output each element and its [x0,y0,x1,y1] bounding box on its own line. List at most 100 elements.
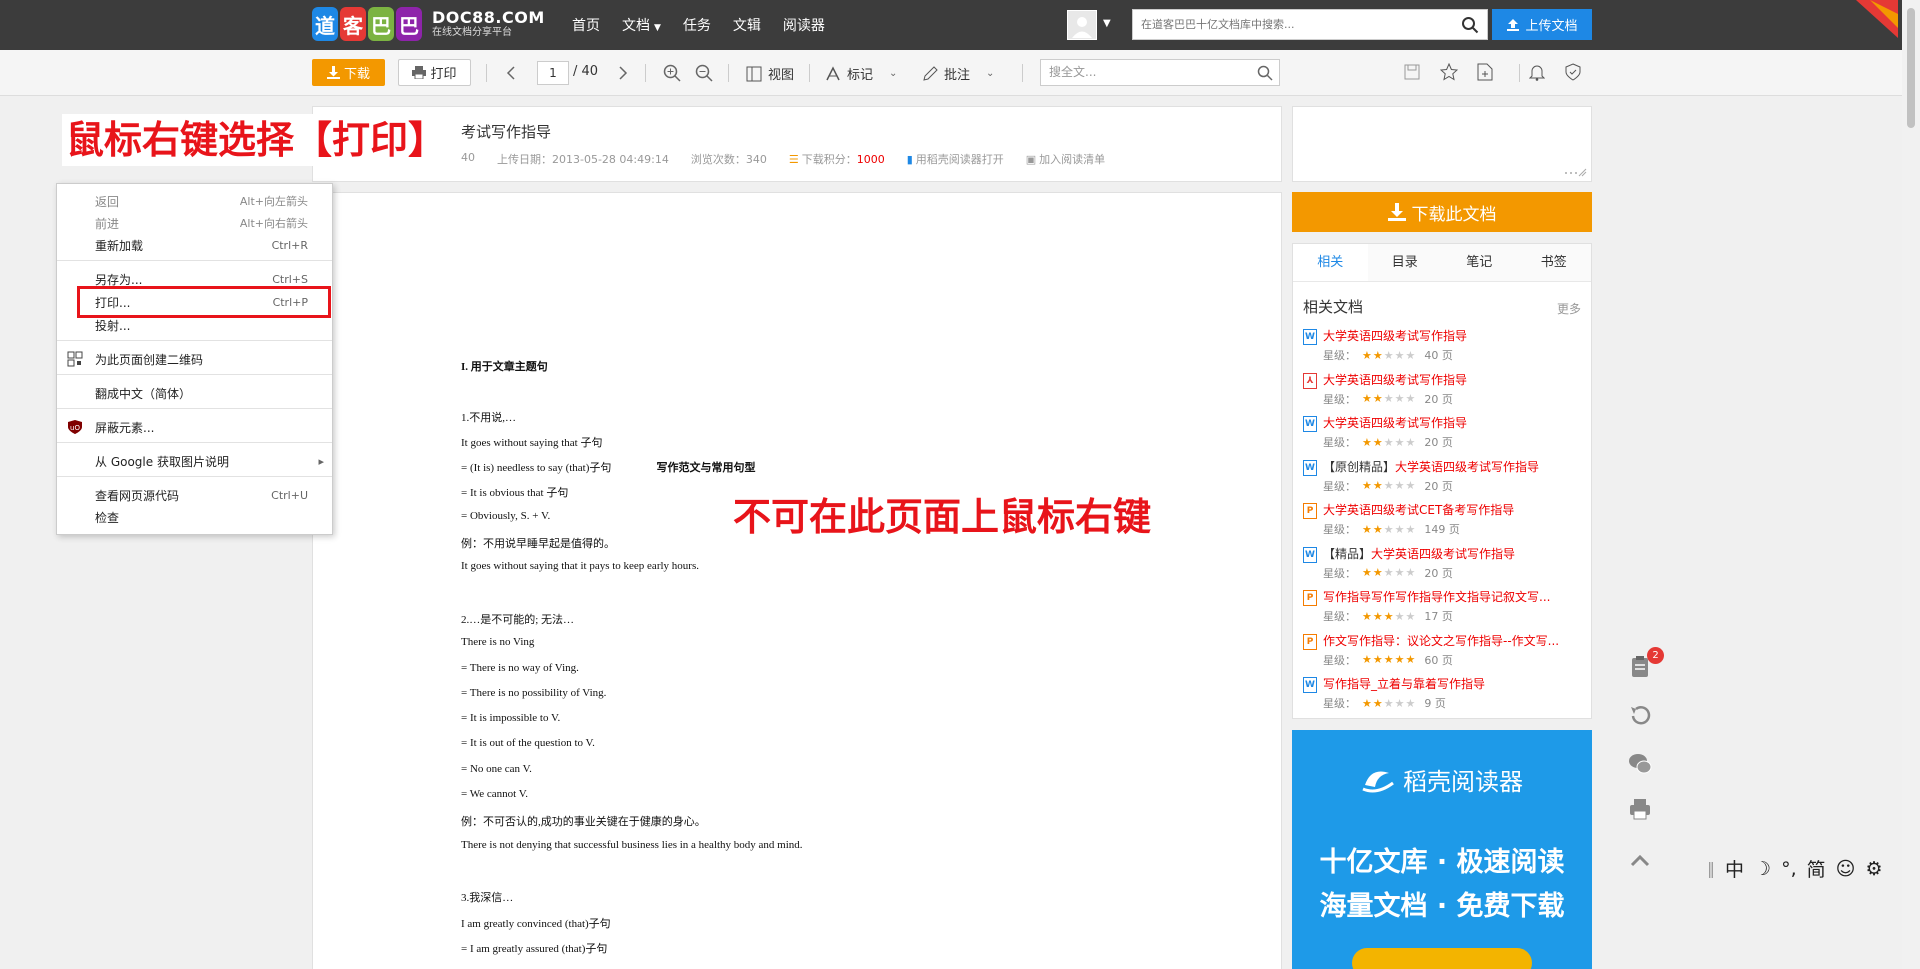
related-doc-title[interactable]: 大学英语四级考试写作指导 [1323,327,1585,344]
next-page-icon[interactable] [618,66,628,80]
ppt-file-icon: P [1303,503,1317,519]
menu-item-qr-code[interactable]: 为此页面创建二维码 [57,348,332,370]
bell-icon[interactable] [1529,63,1545,81]
doc-pages: 40 [461,151,475,164]
open-with-reader-link[interactable]: ▮ 用稻壳阅读器打开 [907,151,1004,167]
ime-lang[interactable]: 中 [1725,855,1744,882]
reader-ad-banner[interactable]: 稻壳阅读器 十亿文库 · 极速阅读 海量文档 · 免费下载 [1292,730,1592,969]
ime-emoji-icon[interactable]: ☺ [1836,858,1856,880]
nav-link-reader[interactable]: 阅读器 [783,15,825,35]
add-document-icon[interactable] [1477,63,1493,81]
annotate-menu[interactable]: 批注 ⌄ [922,64,994,83]
related-doc-title[interactable]: 【原创精品】大学英语四级考试写作指导 [1323,458,1585,475]
chevron-down-icon: ⌄ [986,68,995,79]
related-doc-title-text: 大学英语四级考试写作指导 [1323,329,1468,343]
pencil-icon [923,65,938,81]
related-doc-item[interactable]: P 作文写作指导：议论文之写作指导--作文写... 星级： ★★★★★ 60 页 [1303,632,1583,676]
corner-promo-icon[interactable] [1856,0,1898,38]
related-doc-title[interactable]: 【精品】大学英语四级考试写作指导 [1323,545,1585,562]
related-doc-pages: 20 页 [1424,479,1453,493]
menu-item-label: 重新加载 [95,238,144,253]
upload-button[interactable]: 上传文档 [1492,9,1592,40]
related-doc-item[interactable]: ⅄ 大学英语四级考试写作指导 星级： ★★★★★ 20 页 [1303,371,1583,415]
related-doc-title[interactable]: 写作指导_立着与靠着写作指导 [1323,675,1585,692]
related-doc-title-text: 写作指导_立着与靠着写作指导 [1323,677,1486,691]
related-more-link[interactable]: 更多 [1557,300,1581,317]
menu-item-reload[interactable]: 重新加载 Ctrl+R [57,234,332,256]
page-number-input[interactable]: 1 [537,61,569,85]
document-page[interactable]: 写作范文与常用句型 I. 用于文章主题句 1.不用说,… It goes wit… [312,192,1282,969]
related-doc-title[interactable]: 大学英语四级考试写作指导 [1323,414,1585,431]
related-doc-item[interactable]: P 大学英语四级考试CET备考写作指导 星级： ★★★★★ 149 页 [1303,501,1583,545]
menu-item-block-element[interactable]: uO 屏蔽元素... [57,416,332,438]
related-doc-title[interactable]: 作文写作指导：议论文之写作指导--作文写... [1323,632,1585,649]
print-button[interactable]: 打印 [398,59,471,86]
menu-divider [57,442,332,443]
menu-item-translate[interactable]: 翻成中文（简体） [57,382,332,404]
wechat-icon[interactable] [1628,751,1652,775]
tab-bookmarks[interactable]: 书签 [1517,244,1592,281]
caret-down-icon[interactable]: ▼ [1103,18,1111,29]
back-to-top-icon[interactable] [1628,849,1652,873]
previous-page-icon[interactable] [506,66,516,80]
ime-settings-icon[interactable]: ⚙ [1865,858,1882,880]
download-document-button[interactable]: 下载此文档 [1292,192,1592,232]
related-doc-title[interactable]: 大学英语四级考试写作指导 [1323,371,1585,388]
search-icon[interactable] [1461,16,1479,34]
print-app-icon[interactable] [1628,797,1652,821]
menu-item-label: 返回 [95,194,120,209]
add-reading-list-link[interactable]: ▣ 加入阅读清单 [1026,151,1105,167]
tab-contents[interactable]: 目录 [1368,244,1443,281]
ime-toolbar: ‖ 中 ☽ °, 简 ☺ ⚙ [1707,855,1892,882]
related-doc-title[interactable]: 写作指导写作写作指导作文指导记叙文写... [1323,588,1585,605]
related-doc-item[interactable]: W 写作指导_立着与靠着写作指导 星级： ★★★★★ 9 页 [1303,675,1583,719]
related-doc-item[interactable]: W 大学英语四级考试写作指导 星级： ★★★★★ 40 页 [1303,327,1583,371]
view-menu[interactable]: 视图 [746,64,794,83]
scrollbar-thumb[interactable] [1907,8,1915,128]
download-label: 下载 [343,67,370,82]
site-search-input[interactable] [1133,10,1443,39]
reader-ad-cta[interactable] [1352,948,1532,969]
page-scrollbar[interactable] [1902,0,1920,969]
upload-icon [1507,18,1520,31]
zoom-in-icon[interactable] [663,64,681,82]
related-doc-title[interactable]: 大学英语四级考试CET备考写作指导 [1323,501,1585,518]
menu-item-forward[interactable]: 前进 Alt+向右箭头 [57,212,332,234]
nav-link-docs[interactable]: 文档 ▼ [622,15,661,35]
mark-menu[interactable]: 标记 ⌄ [825,64,897,83]
tab-notes[interactable]: 笔记 [1442,244,1517,281]
related-doc-pages: 20 页 [1424,392,1453,406]
rating-label: 星级： [1323,697,1356,710]
related-doc-item[interactable]: W 【精品】大学英语四级考试写作指导 星级： ★★★★★ 20 页 [1303,545,1583,589]
star-icon[interactable] [1440,63,1458,81]
related-doc-meta: 星级： ★★★★★ 149 页 [1323,521,1460,537]
doc88-logo[interactable]: 道 客 巴 巴 DOC88.COM 在线文档分享平台 [312,7,545,41]
tab-related[interactable]: 相关 [1293,244,1368,281]
divider [809,64,810,82]
history-icon[interactable] [1628,704,1652,728]
ime-moon-icon[interactable]: ☽ [1754,858,1771,880]
nav-link-tasks[interactable]: 任务 [683,15,711,35]
menu-item-view-source[interactable]: 查看网页源代码 Ctrl+U [57,484,332,506]
related-docs-list: W 大学英语四级考试写作指导 星级： ★★★★★ 40 页 ⅄ 大学英语四级考试写作指导 星级… [1303,327,1583,719]
menu-item-inspect[interactable]: 检查 [57,506,332,528]
search-icon[interactable] [1257,65,1273,81]
top-navigation-bar: 道 客 巴 巴 DOC88.COM 在线文档分享平台 首页 文档 ▼ 任务 文辑 … [0,0,1920,50]
avatar[interactable] [1067,10,1097,40]
save-icon[interactable] [1404,64,1420,80]
ime-simplified[interactable]: 简 [1807,855,1826,882]
nav-link-collections[interactable]: 文辑 [733,15,761,35]
related-doc-item[interactable]: P 写作指导写作写作指导作文指导记叙文写... 星级： ★★★★★ 17 页 [1303,588,1583,632]
related-doc-pages: 20 页 [1424,436,1453,449]
rating-label: 星级： [1323,436,1356,449]
nav-link-home[interactable]: 首页 [572,15,600,35]
related-doc-item[interactable]: W 【原创精品】大学英语四级考试写作指导 星级： ★★★★★ 20 页 [1303,458,1583,502]
menu-item-google-image-desc[interactable]: 从 Google 获取图片说明 ▸ [57,450,332,472]
zoom-out-icon[interactable] [695,64,713,82]
download-button[interactable]: 下载 [312,59,385,86]
menu-item-back[interactable]: 返回 Alt+向左箭头 [57,190,332,212]
related-doc-item[interactable]: W 大学英语四级考试写作指导 星级： ★★★★★ 20 页 [1303,414,1583,458]
fulltext-search[interactable]: 搜全文... [1040,59,1280,86]
ime-punctuation[interactable]: °, [1781,858,1797,880]
shield-check-icon[interactable] [1565,63,1581,81]
